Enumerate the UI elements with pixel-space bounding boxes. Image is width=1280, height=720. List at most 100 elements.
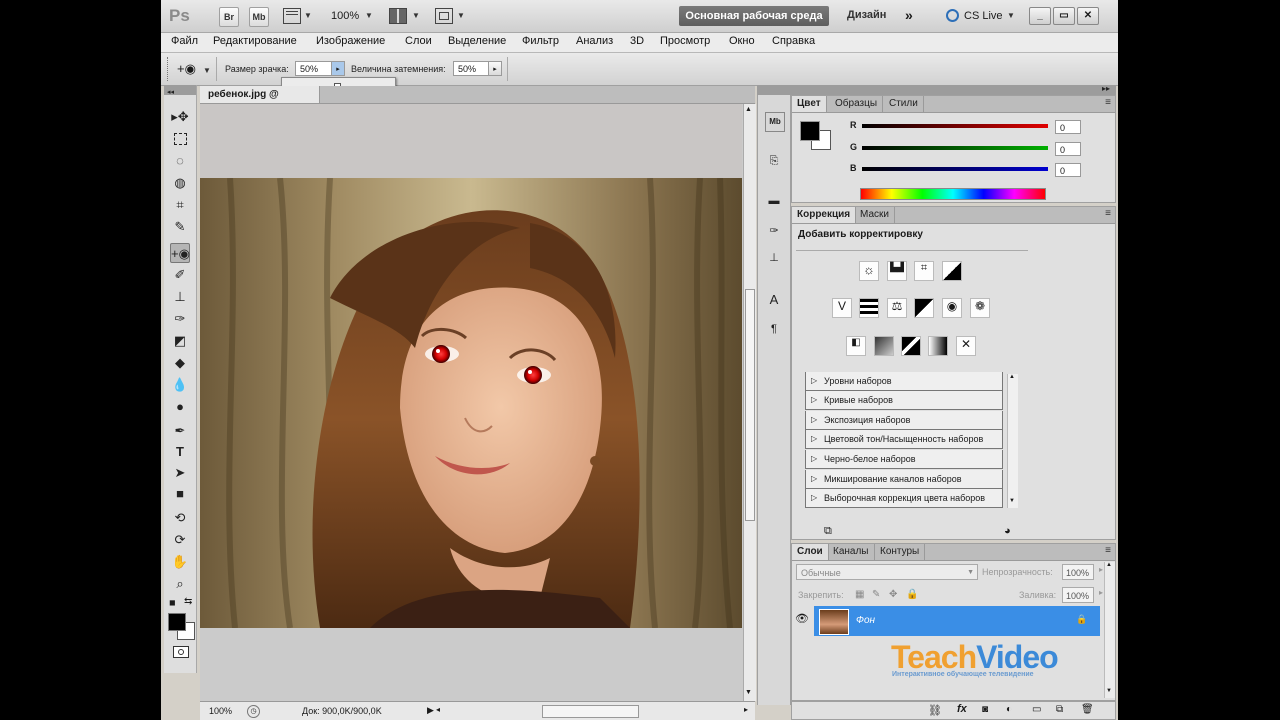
vertical-scrollbar[interactable]: ▲ ▼ (743, 104, 756, 701)
channel-g-slider[interactable] (862, 146, 1048, 150)
expand-triangle-icon[interactable]: ▷ (811, 430, 817, 448)
scroll-down-icon[interactable]: ▼ (1106, 688, 1112, 694)
tab-masks[interactable]: Маски (855, 207, 895, 223)
brightness-icon[interactable]: ☼ (859, 261, 879, 281)
marquee-tool-icon[interactable] (170, 129, 190, 149)
lock-all-icon[interactable]: 🔒 (906, 589, 918, 600)
expand-triangle-icon[interactable]: ▷ (811, 372, 817, 390)
red-eye-tool-icon[interactable]: +◉ (177, 61, 196, 77)
pen-tool-icon[interactable]: ✒ (170, 421, 190, 441)
posterize-icon[interactable] (874, 336, 894, 356)
foreground-color-swatch[interactable] (168, 613, 186, 631)
opacity-slider-arrow-icon[interactable]: ▸ (1099, 565, 1103, 574)
scroll-up-icon[interactable]: ▲ (745, 106, 752, 113)
tab-swatches[interactable]: Образцы (830, 96, 884, 112)
scroll-right-icon[interactable]: ▸ (744, 705, 748, 714)
chevron-down-icon[interactable]: ▼ (967, 565, 974, 581)
menu-layers[interactable]: Слои (405, 35, 432, 47)
more-workspaces-button[interactable]: » (905, 7, 913, 23)
panel-menu-icon[interactable]: ≡ (1105, 545, 1111, 556)
mini-bridge-button[interactable]: Mb (249, 7, 269, 27)
selective-color-icon[interactable]: ✕ (956, 336, 976, 356)
lock-transparency-icon[interactable]: ▦ (855, 589, 864, 600)
close-button[interactable]: ✕ (1077, 7, 1099, 25)
chevron-down-icon[interactable]: ▼ (412, 11, 420, 20)
lock-pixels-icon[interactable]: ✎ (872, 589, 880, 600)
paint-bucket-tool-icon[interactable]: ◆ (170, 353, 190, 373)
chevron-down-icon[interactable]: ▼ (457, 11, 465, 20)
actions-panel-icon[interactable]: ▬ (765, 192, 783, 210)
layers-scrollbar[interactable]: ▲ ▼ (1104, 562, 1115, 698)
menu-analysis[interactable]: Анализ (576, 35, 613, 47)
darken-amount-slider-toggle[interactable]: ▸ (488, 61, 502, 76)
menu-select[interactable]: Выделение (448, 35, 506, 47)
channel-g-input[interactable]: 0 (1055, 142, 1081, 156)
channel-r-input[interactable]: 0 (1055, 120, 1081, 134)
preset-selective-color[interactable]: ▷ Выборочная коррекция цвета наборов (805, 489, 1003, 508)
menu-help[interactable]: Справка (772, 35, 815, 47)
preset-black-white[interactable]: ▷ Черно-белое наборов (805, 450, 1003, 469)
expand-triangle-icon[interactable]: ▷ (811, 489, 817, 507)
channel-r-slider[interactable] (862, 124, 1048, 128)
view-extras-icon[interactable] (283, 8, 301, 24)
expand-triangle-icon[interactable]: ▷ (811, 450, 817, 468)
darken-amount-input[interactable]: 50% (453, 61, 489, 76)
channel-mixer-icon[interactable]: ❁ (970, 298, 990, 318)
blend-mode-select[interactable]: Обычные ▼ (796, 564, 978, 580)
status-zoom[interactable]: 100% (209, 706, 232, 716)
screen-mode-icon[interactable] (435, 8, 453, 24)
color-spectrum-bar[interactable] (860, 188, 1046, 200)
panel-dock-header[interactable]: ▸▸ (757, 84, 1116, 95)
quick-mask-icon[interactable] (173, 646, 189, 658)
default-colors-icon[interactable]: ◼ (169, 598, 176, 607)
minimize-button[interactable]: _ (1029, 7, 1051, 25)
scroll-up-icon[interactable]: ▲ (1009, 374, 1015, 380)
menu-filter[interactable]: Фильтр (522, 35, 559, 47)
preset-levels[interactable]: ▷ Уровни наборов (805, 372, 1003, 391)
tab-styles[interactable]: Стили (884, 96, 924, 112)
canvas-area[interactable] (200, 104, 743, 701)
preset-channel-mixer[interactable]: ▷ Микширование каналов наборов (805, 470, 1003, 489)
eraser-tool-icon[interactable]: ◩ (170, 331, 190, 351)
document-tab[interactable]: ребенок.jpg @ (200, 86, 320, 103)
horizontal-scroll-thumb[interactable] (542, 705, 639, 718)
arrange-documents-icon[interactable] (389, 8, 407, 24)
presets-scrollbar[interactable]: ▲ ▼ (1007, 374, 1018, 508)
restore-button[interactable]: ▭ (1053, 7, 1075, 25)
invert-icon[interactable]: ◧ (846, 336, 866, 356)
chevron-down-icon[interactable]: ▼ (203, 66, 211, 75)
clip-to-layer-icon[interactable]: ⧉ (824, 525, 832, 538)
new-group-icon[interactable]: ▭ (1032, 704, 1041, 715)
menu-window[interactable]: Окно (729, 35, 755, 47)
status-menu-arrow-icon[interactable]: ▶ (427, 705, 434, 716)
lock-position-icon[interactable]: ✥ (889, 589, 897, 600)
tab-paths[interactable]: Контуры (875, 544, 926, 560)
photo-canvas[interactable] (200, 178, 742, 628)
eyedropper-tool-icon[interactable]: ✎ (170, 217, 190, 237)
workspace-design-button[interactable]: Дизайн (847, 9, 886, 21)
expand-triangle-icon[interactable]: ▷ (811, 391, 817, 409)
exposure-icon[interactable] (942, 261, 962, 281)
clone-source-panel-icon[interactable]: ⊥ (765, 249, 783, 267)
history-panel-icon[interactable]: ⎘ (765, 152, 783, 170)
red-eye-tool-icon[interactable]: +◉ (170, 243, 190, 263)
threshold-icon[interactable] (901, 336, 921, 356)
channel-b-slider[interactable] (862, 167, 1048, 171)
options-grip[interactable] (167, 57, 170, 81)
opacity-input[interactable]: 100% (1062, 564, 1094, 580)
channel-b-input[interactable]: 0 (1055, 163, 1081, 177)
add-mask-icon[interactable]: ◙ (982, 704, 988, 715)
delete-layer-icon[interactable]: 🗑 (1081, 704, 1094, 715)
pupil-size-slider-toggle[interactable]: ▸ (331, 61, 345, 76)
layer-style-icon[interactable]: fx (957, 703, 967, 715)
tab-channels[interactable]: Каналы (828, 544, 875, 560)
new-adjustment-layer-icon[interactable]: ◐ (1006, 704, 1012, 715)
panel-menu-icon[interactable]: ≡ (1105, 208, 1111, 219)
type-tool-icon[interactable]: T (170, 442, 190, 462)
menu-edit[interactable]: Редактирование (213, 35, 297, 47)
scroll-left-icon[interactable]: ◂ (436, 705, 440, 714)
scroll-down-icon[interactable]: ▼ (745, 689, 752, 696)
tab-color[interactable]: Цвет (792, 96, 827, 112)
panel-menu-icon[interactable]: ≡ (1105, 97, 1111, 108)
expand-triangle-icon[interactable]: ▷ (811, 470, 817, 488)
